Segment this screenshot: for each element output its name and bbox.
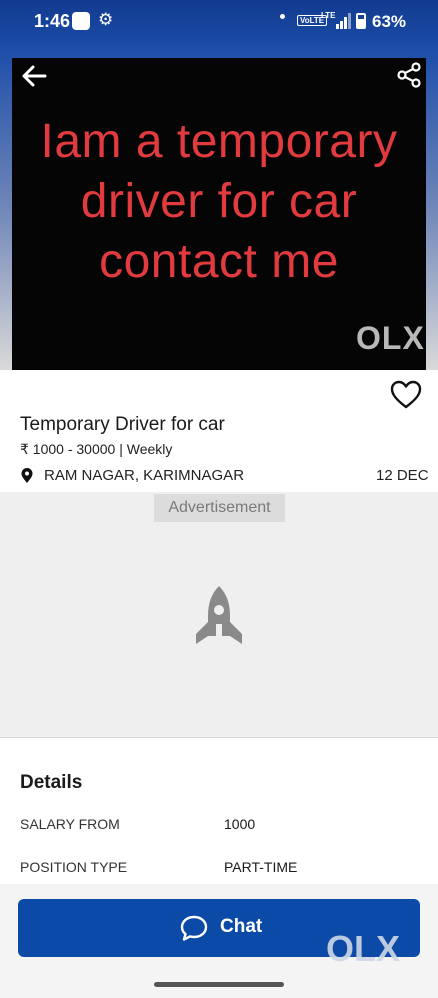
detail-key-position-type: POSITION TYPE — [20, 859, 128, 875]
home-indicator[interactable] — [154, 982, 284, 987]
listing-date: 12 DEC — [376, 467, 429, 484]
hero-backdrop: Iam a temporary driver for car contact m… — [0, 44, 438, 370]
detail-value-salary-from: 1000 — [224, 816, 256, 832]
share-icon[interactable] — [396, 62, 422, 88]
image-text-line: contact me — [99, 235, 339, 288]
image-text-line: Iam a temporary — [40, 115, 398, 168]
battery-percent: 63% — [372, 12, 407, 31]
listing-image[interactable]: Iam a temporary driver for car contact m… — [12, 58, 426, 370]
listing-title: Temporary Driver for car — [20, 414, 225, 435]
details-heading: Details — [20, 772, 83, 793]
detail-key-salary-from: SALARY FROM — [20, 816, 120, 832]
chat-button-label: Chat — [220, 916, 263, 937]
notification-icon — [72, 12, 90, 30]
rocket-placeholder-icon — [196, 586, 242, 646]
chat-bubble-icon — [180, 915, 208, 941]
status-bar: 1:46 ⚙ VoLTE LTE 63% — [0, 0, 438, 44]
settings-gear-icon: ⚙ — [98, 10, 114, 29]
listing-image-text: Iam a temporary driver for car contact m… — [12, 112, 426, 292]
notification-dot-icon — [280, 14, 285, 19]
olx-watermark-logo: OLX — [356, 320, 425, 356]
signal-icon — [336, 13, 351, 29]
battery-icon — [356, 13, 366, 29]
favorite-heart-icon[interactable] — [390, 380, 422, 410]
location-pin-icon — [21, 468, 33, 483]
olx-watermark-logo: OLX — [326, 928, 401, 969]
status-time: 1:46 — [34, 11, 71, 31]
lte-indicator: LTE — [321, 11, 336, 20]
listing-location: RAM NAGAR, KARIMNAGAR — [44, 467, 245, 484]
back-arrow-icon[interactable] — [20, 62, 48, 90]
image-text-line: driver for car — [80, 175, 358, 228]
advertisement-label: Advertisement — [154, 494, 285, 522]
listing-price: ₹ 1000 - 30000 | Weekly — [20, 441, 173, 457]
detail-value-position-type: PART-TIME — [224, 859, 298, 875]
